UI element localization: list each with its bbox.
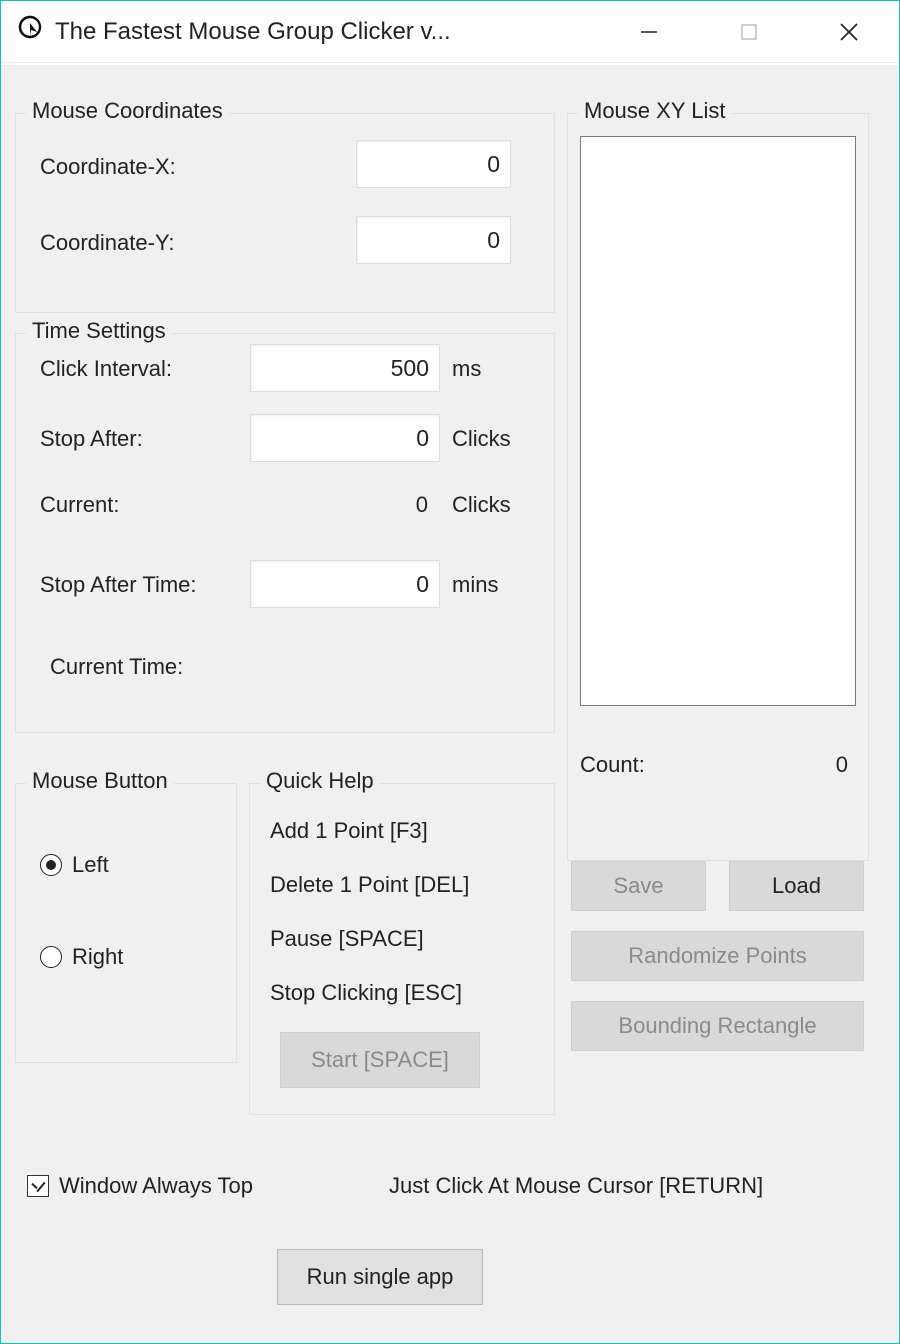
run-single-app-button[interactable]: Run single app xyxy=(277,1249,483,1305)
coord-x-label: Coordinate-X: xyxy=(40,154,176,180)
help-stop: Stop Clicking [ESC] xyxy=(270,980,462,1006)
current-unit: Clicks xyxy=(452,492,511,518)
quick-help-group: Quick Help Add 1 Point [F3] Delete 1 Poi… xyxy=(249,783,555,1115)
stop-after-time-label: Stop After Time: xyxy=(40,572,197,598)
mouse-coordinates-legend: Mouse Coordinates xyxy=(26,98,229,124)
start-button-label: Start [SPACE] xyxy=(311,1047,449,1073)
load-button-label: Load xyxy=(772,873,821,899)
always-top-checkbox[interactable]: Window Always Top xyxy=(27,1173,253,1199)
mouse-button-group: Mouse Button Left Right xyxy=(15,783,237,1063)
click-interval-input[interactable] xyxy=(250,344,440,392)
coord-x-input[interactable] xyxy=(356,140,511,188)
radio-icon xyxy=(40,854,62,876)
stop-after-input[interactable] xyxy=(250,414,440,462)
current-value: 0 xyxy=(250,492,428,518)
time-settings-legend: Time Settings xyxy=(26,318,172,344)
randomize-points-label: Randomize Points xyxy=(628,943,807,969)
save-button[interactable]: Save xyxy=(571,861,706,911)
client-area: Mouse Coordinates Coordinate-X: Coordina… xyxy=(1,65,899,1343)
stop-after-label: Stop After: xyxy=(40,426,143,452)
count-label: Count: xyxy=(580,752,645,778)
quick-help-legend: Quick Help xyxy=(260,768,380,794)
minimize-button[interactable] xyxy=(599,1,699,63)
maximize-button[interactable] xyxy=(699,1,799,63)
window-title: The Fastest Mouse Group Clicker v... xyxy=(55,18,451,46)
mouse-coordinates-group: Mouse Coordinates Coordinate-X: Coordina… xyxy=(15,113,555,313)
randomize-points-button[interactable]: Randomize Points xyxy=(571,931,864,981)
save-button-label: Save xyxy=(613,873,663,899)
mouse-button-left-radio[interactable]: Left xyxy=(40,852,109,878)
mouse-button-right-radio[interactable]: Right xyxy=(40,944,123,970)
just-click-label: Just Click At Mouse Cursor [RETURN] xyxy=(389,1173,763,1199)
coord-y-input[interactable] xyxy=(356,216,511,264)
always-top-label: Window Always Top xyxy=(59,1173,253,1199)
help-delete-point: Delete 1 Point [DEL] xyxy=(270,872,469,898)
click-interval-label: Click Interval: xyxy=(40,356,172,382)
coord-y-label: Coordinate-Y: xyxy=(40,230,175,256)
mouse-xy-list-group: Mouse XY List Count: 0 xyxy=(567,113,869,861)
titlebar: The Fastest Mouse Group Clicker v... xyxy=(1,1,899,63)
checkbox-icon xyxy=(27,1175,49,1197)
stop-after-unit: Clicks xyxy=(452,426,511,452)
count-value: 0 xyxy=(758,752,848,778)
radio-icon xyxy=(40,946,62,968)
current-label: Current: xyxy=(40,492,119,518)
help-add-point: Add 1 Point [F3] xyxy=(270,818,428,844)
click-interval-unit: ms xyxy=(452,356,481,382)
mouse-xy-list-legend: Mouse XY List xyxy=(578,98,731,124)
close-button[interactable] xyxy=(799,1,899,63)
current-time-label: Current Time: xyxy=(50,654,183,680)
mouse-button-left-label: Left xyxy=(72,852,109,878)
run-single-app-label: Run single app xyxy=(307,1264,454,1290)
stop-after-time-unit: mins xyxy=(452,572,498,598)
xy-listbox[interactable] xyxy=(580,136,856,706)
bounding-rectangle-button[interactable]: Bounding Rectangle xyxy=(571,1001,864,1051)
bounding-rectangle-label: Bounding Rectangle xyxy=(618,1013,816,1039)
stop-after-time-input[interactable] xyxy=(250,560,440,608)
app-icon xyxy=(15,14,45,50)
help-pause: Pause [SPACE] xyxy=(270,926,424,952)
mouse-button-legend: Mouse Button xyxy=(26,768,174,794)
time-settings-group: Time Settings Click Interval: ms Stop Af… xyxy=(15,333,555,733)
mouse-button-right-label: Right xyxy=(72,944,123,970)
start-button[interactable]: Start [SPACE] xyxy=(280,1032,480,1088)
load-button[interactable]: Load xyxy=(729,861,864,911)
